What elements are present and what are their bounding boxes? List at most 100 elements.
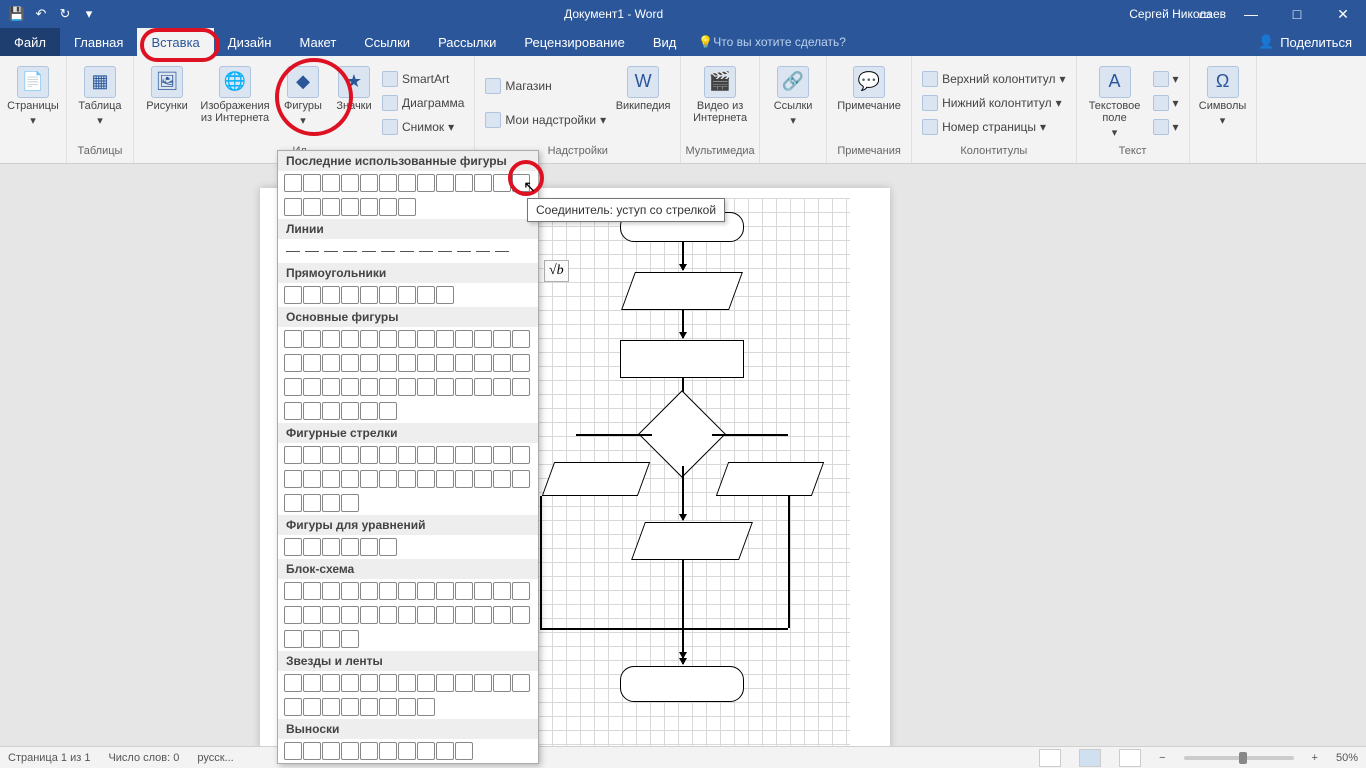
shape-swatch[interactable] <box>493 470 511 488</box>
shape-swatch[interactable] <box>493 606 511 624</box>
zoom-out-button[interactable]: − <box>1159 752 1165 764</box>
shape-swatch[interactable] <box>436 742 454 760</box>
shape-swatch[interactable] <box>284 606 302 624</box>
shape-swatch[interactable] <box>341 242 359 260</box>
store-button[interactable]: Магазин <box>485 75 606 97</box>
shape-swatch[interactable] <box>398 198 416 216</box>
shape-swatch[interactable] <box>455 242 473 260</box>
shape-swatch[interactable] <box>379 742 397 760</box>
shape-swatch[interactable] <box>341 674 359 692</box>
flowchart-connector[interactable] <box>576 434 652 436</box>
shape-swatch[interactable] <box>360 698 378 716</box>
shape-swatch[interactable] <box>360 742 378 760</box>
qat-dropdown-icon[interactable]: ▾ <box>80 5 98 23</box>
shape-swatch[interactable] <box>303 538 321 556</box>
zoom-in-button[interactable]: + <box>1312 752 1318 764</box>
shape-swatch[interactable] <box>417 582 435 600</box>
shape-swatch[interactable] <box>436 446 454 464</box>
shape-swatch[interactable] <box>341 446 359 464</box>
shape-swatch[interactable] <box>284 494 302 512</box>
shape-swatch[interactable] <box>455 742 473 760</box>
shape-swatch[interactable] <box>341 378 359 396</box>
shape-swatch[interactable] <box>493 354 511 372</box>
shape-swatch[interactable] <box>398 378 416 396</box>
header-button[interactable]: Верхний колонтитул ▾ <box>922 68 1065 90</box>
shape-swatch[interactable] <box>322 402 340 420</box>
shape-swatch[interactable] <box>493 378 511 396</box>
links-button[interactable]: 🔗Ссылки▾ <box>766 62 820 144</box>
shape-swatch[interactable] <box>436 674 454 692</box>
zoom-slider[interactable] <box>1184 756 1294 760</box>
flowchart-connector[interactable] <box>540 628 788 630</box>
shape-swatch[interactable] <box>284 330 302 348</box>
shape-swatch[interactable] <box>360 354 378 372</box>
tab-mailings[interactable]: Рассылки <box>424 28 510 56</box>
ribbon-display-icon[interactable]: ▭ <box>1182 0 1228 28</box>
shape-swatch[interactable] <box>436 606 454 624</box>
flowchart-data[interactable] <box>631 522 753 560</box>
shape-swatch[interactable] <box>322 470 340 488</box>
shape-swatch[interactable] <box>284 242 302 260</box>
shape-swatch[interactable] <box>322 378 340 396</box>
view-print-button[interactable] <box>1079 749 1101 767</box>
view-web-button[interactable] <box>1119 749 1141 767</box>
shape-swatch[interactable] <box>303 582 321 600</box>
status-language[interactable]: русск... <box>197 752 233 764</box>
shape-swatch[interactable] <box>360 446 378 464</box>
shape-swatch[interactable] <box>436 378 454 396</box>
screenshot-button[interactable]: Снимок ▾ <box>382 116 464 138</box>
maximize-icon[interactable]: □ <box>1274 0 1320 28</box>
shape-swatch[interactable] <box>360 330 378 348</box>
shape-swatch[interactable] <box>436 174 454 192</box>
shape-swatch[interactable] <box>436 470 454 488</box>
shape-swatch[interactable] <box>474 606 492 624</box>
shape-swatch[interactable] <box>360 538 378 556</box>
shape-swatch[interactable] <box>512 470 530 488</box>
shape-swatch[interactable] <box>341 538 359 556</box>
shape-swatch[interactable] <box>284 582 302 600</box>
shape-swatch[interactable] <box>474 446 492 464</box>
shape-swatch[interactable] <box>379 330 397 348</box>
shape-swatch[interactable] <box>284 698 302 716</box>
shape-swatch[interactable] <box>303 606 321 624</box>
equation-object[interactable]: √b <box>544 260 569 282</box>
shape-swatch[interactable] <box>436 330 454 348</box>
shape-swatch[interactable] <box>303 674 321 692</box>
shape-swatch[interactable] <box>398 674 416 692</box>
dropcap-button[interactable]: ▾ <box>1153 116 1179 138</box>
redo-icon[interactable]: ↻ <box>56 5 74 23</box>
shape-swatch[interactable] <box>512 582 530 600</box>
footer-button[interactable]: Нижний колонтитул ▾ <box>922 92 1065 114</box>
shape-swatch[interactable] <box>398 606 416 624</box>
tab-home[interactable]: Главная <box>60 28 137 56</box>
flowchart-connector[interactable] <box>682 310 684 338</box>
comment-button[interactable]: 💬Примечание <box>833 62 905 144</box>
flowchart-connector[interactable] <box>682 242 684 270</box>
shape-swatch[interactable] <box>284 446 302 464</box>
shape-swatch[interactable] <box>379 378 397 396</box>
shape-swatch[interactable] <box>455 470 473 488</box>
shape-swatch[interactable] <box>284 630 302 648</box>
flowchart-data[interactable] <box>542 462 650 496</box>
shape-swatch[interactable] <box>455 446 473 464</box>
shape-swatch[interactable] <box>512 606 530 624</box>
shape-swatch[interactable] <box>303 494 321 512</box>
tab-design[interactable]: Дизайн <box>214 28 286 56</box>
shape-swatch[interactable] <box>341 630 359 648</box>
shape-swatch[interactable] <box>436 354 454 372</box>
shape-swatch[interactable] <box>417 470 435 488</box>
tab-references[interactable]: Ссылки <box>350 28 424 56</box>
shape-swatch[interactable] <box>512 174 530 192</box>
undo-icon[interactable]: ↶ <box>32 5 50 23</box>
shape-swatch[interactable] <box>417 698 435 716</box>
shape-swatch[interactable] <box>284 378 302 396</box>
shape-swatch[interactable] <box>284 538 302 556</box>
online-video-button[interactable]: 🎬Видео из Интернета <box>687 62 753 144</box>
shape-swatch[interactable] <box>398 698 416 716</box>
shape-swatch[interactable] <box>379 674 397 692</box>
shape-swatch[interactable] <box>417 742 435 760</box>
shape-swatch[interactable] <box>284 354 302 372</box>
shape-swatch[interactable] <box>493 582 511 600</box>
shape-swatch[interactable] <box>341 582 359 600</box>
shape-swatch[interactable] <box>474 378 492 396</box>
